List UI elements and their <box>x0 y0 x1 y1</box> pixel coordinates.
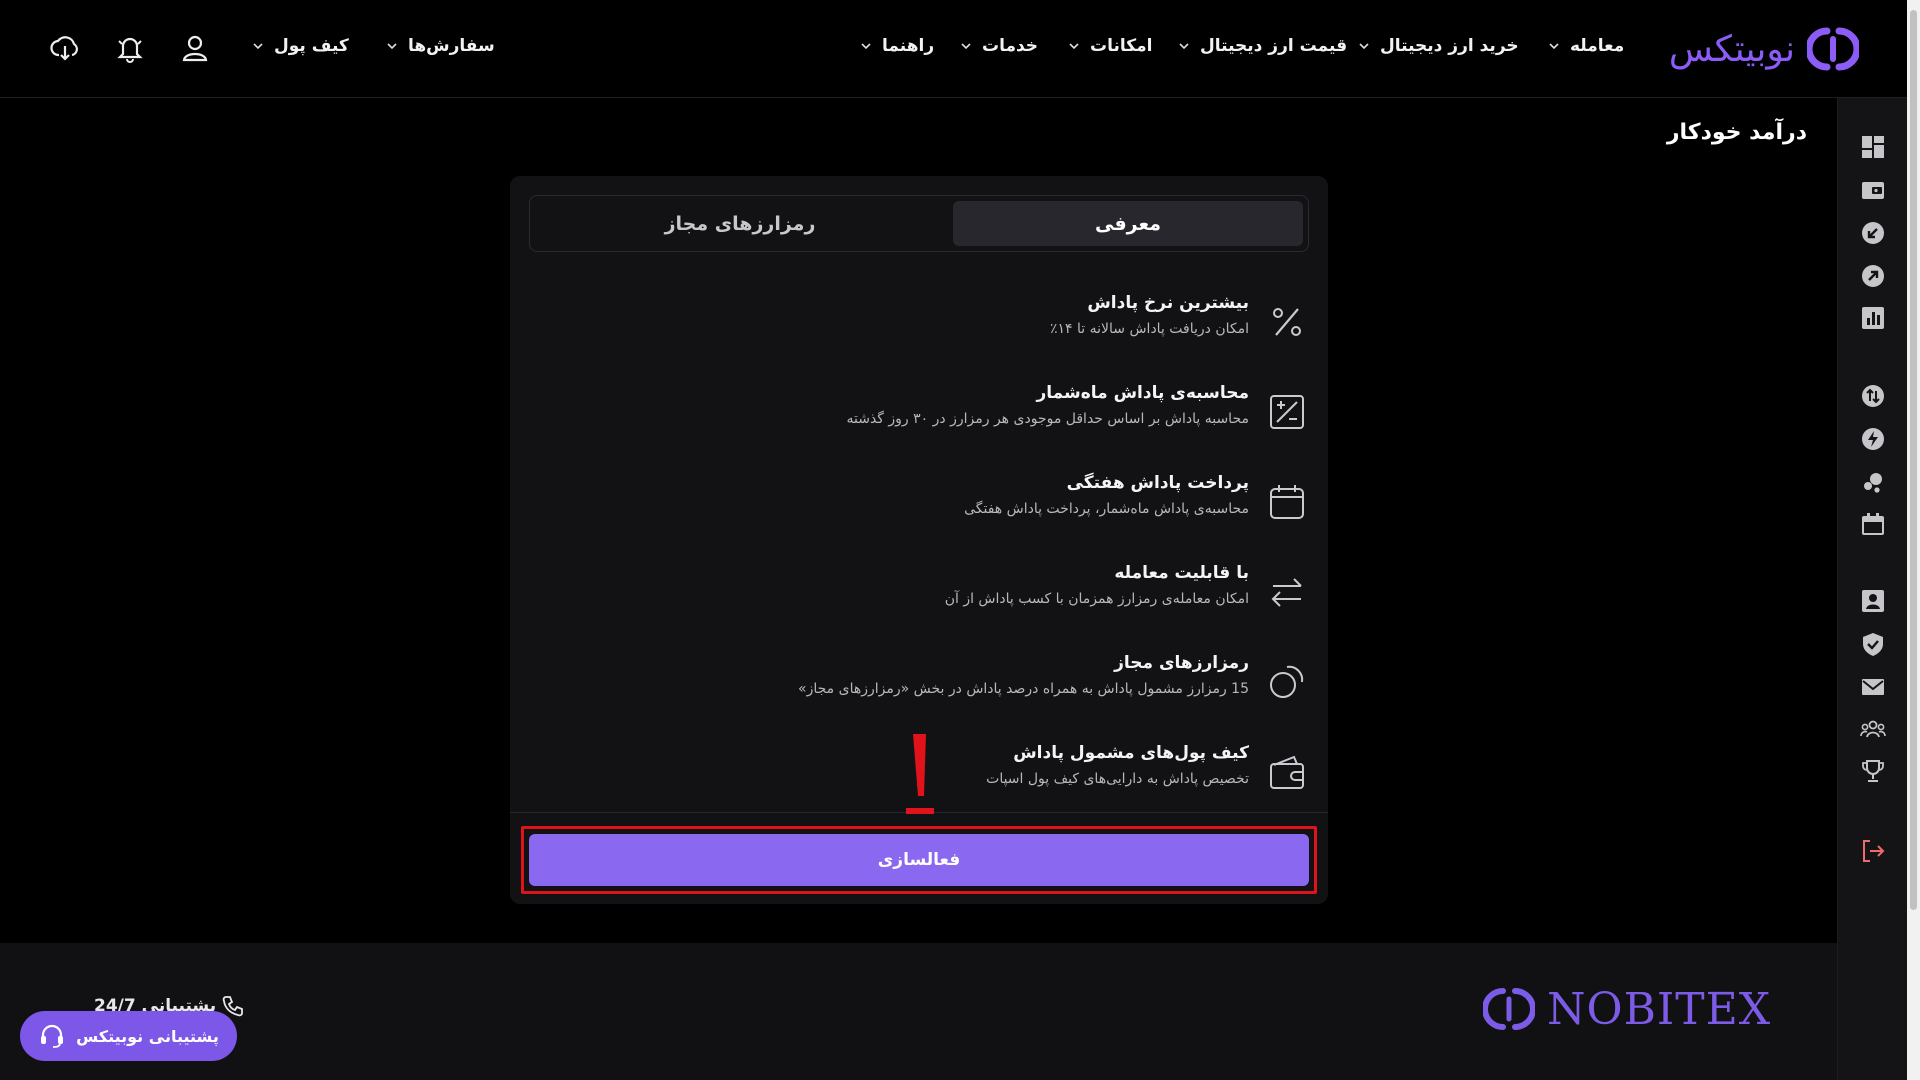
feature-item: بیشترین نرخ پاداش امکان دریافت پاداش سال… <box>606 293 1306 353</box>
logo-mark-icon <box>1807 27 1859 71</box>
top-navigation: نوبیتکس معامله خرید ارز دیجیتال قیمت ارز… <box>0 0 1907 98</box>
feature-description: محاسبه‌ی پاداش ماه‌شمار، پرداخت پاداش هف… <box>964 501 1249 517</box>
support-chat-label: پشتیبانی نوبیتکس <box>76 1026 219 1046</box>
side-rail <box>1837 98 1907 1080</box>
calculator-icon <box>1270 395 1304 429</box>
tab-allowed-coins[interactable]: رمزارزهای مجاز <box>535 201 945 246</box>
page-title: درآمد خودکار <box>1666 120 1807 145</box>
nav-services[interactable]: خدمات <box>960 36 1038 56</box>
support-chat-button[interactable]: پشتیبانی نوبیتکس <box>20 1011 237 1061</box>
feature-title: کیف پول‌های مشمول پاداش <box>1013 743 1249 763</box>
chart-icon[interactable] <box>1860 305 1886 331</box>
chevron-down-icon <box>253 43 263 50</box>
nav-guide[interactable]: راهنما <box>860 36 934 56</box>
nav-crypto-price[interactable]: قیمت ارز دیجیتال <box>1178 36 1347 56</box>
footer-logo-text: NOBITEX <box>1547 983 1772 1035</box>
nav-orders[interactable]: سفارش‌ها <box>386 36 495 56</box>
feature-title: بیشترین نرخ پاداش <box>1087 293 1249 313</box>
feature-title: پرداخت پاداش هفتگی <box>1066 473 1249 493</box>
nav-buy-crypto-label: خرید ارز دیجیتال <box>1380 36 1519 56</box>
percent-icon <box>1273 308 1301 336</box>
dashboard-icon[interactable] <box>1860 134 1886 160</box>
activate-button[interactable]: فعالسازی <box>529 834 1309 886</box>
user-icon[interactable] <box>180 33 210 63</box>
feature-title: محاسبه‌ی پاداش ماه‌شمار <box>1036 383 1249 403</box>
page-scrollbar[interactable] <box>1907 0 1920 1080</box>
chevron-down-icon <box>861 43 871 50</box>
swap-icon <box>1271 578 1302 607</box>
feature-item: پرداخت پاداش هفتگی محاسبه‌ی پاداش ماه‌شم… <box>606 473 1306 533</box>
feature-item: کیف پول‌های مشمول پاداش تخصیص پاداش به د… <box>606 743 1306 803</box>
wallet-icon <box>1270 755 1304 789</box>
logo-mark-icon <box>1483 988 1535 1030</box>
page: نوبیتکس معامله خرید ارز دیجیتال قیمت ارز… <box>0 0 1920 1080</box>
feature-title: با قابلیت معامله <box>1114 563 1249 583</box>
footer: NOBITEX پشتیبانی 24/7 <box>0 943 1837 1080</box>
feature-description: امکان دریافت پاداش سالانه تا ۱۴٪ <box>1049 321 1249 337</box>
nav-features-label: امکانات <box>1090 36 1153 56</box>
profile-icon[interactable] <box>1860 588 1886 614</box>
nav-trade-label: معامله <box>1570 36 1625 56</box>
logout-icon[interactable] <box>1860 838 1886 864</box>
header-logo[interactable]: نوبیتکس <box>1669 20 1859 78</box>
nav-trade[interactable]: معامله <box>1548 36 1624 56</box>
phone-icon <box>222 996 243 1017</box>
nav-wallet-label: کیف پول <box>274 36 349 56</box>
wallet-icon[interactable] <box>1860 177 1886 203</box>
calendar-icon[interactable] <box>1860 511 1886 537</box>
exclamation-annotation-icon <box>906 734 934 814</box>
chevron-down-icon <box>1359 43 1369 50</box>
withdraw-icon[interactable] <box>1860 263 1886 289</box>
feature-description: تخصیص پاداش به دارایی‌های کیف پول اسپات <box>986 771 1249 787</box>
nav-orders-label: سفارش‌ها <box>408 36 495 56</box>
feature-title: رمزارزهای مجاز <box>1114 653 1249 673</box>
security-icon[interactable] <box>1860 631 1886 657</box>
referral-icon[interactable] <box>1860 716 1886 742</box>
feature-description: 15 رمزارز مشمول پاداش به همراه درصد پادا… <box>798 681 1249 697</box>
feature-item: رمزارزهای مجاز 15 رمزارز مشمول پاداش به … <box>606 653 1306 713</box>
coins-icon <box>1270 665 1304 698</box>
nav-crypto-price-label: قیمت ارز دیجیتال <box>1200 36 1348 56</box>
mail-icon[interactable] <box>1860 674 1886 700</box>
scrollbar-thumb[interactable] <box>1910 10 1917 910</box>
footer-logo: NOBITEX <box>1483 983 1771 1035</box>
logo-text: نوبیتکس <box>1668 28 1795 70</box>
headset-icon <box>41 1024 64 1048</box>
feature-item: با قابلیت معامله امکان معامله‌ی رمزارز ه… <box>606 563 1306 623</box>
feature-item: محاسبه‌ی پاداش ماه‌شمار محاسبه پاداش بر … <box>606 383 1306 443</box>
lightning-icon[interactable] <box>1860 426 1886 452</box>
bell-icon[interactable] <box>115 33 145 63</box>
chevron-down-icon <box>387 43 397 50</box>
nav-guide-label: راهنما <box>882 36 935 56</box>
deposit-icon[interactable] <box>1860 220 1886 246</box>
tab-introduction[interactable]: معرفی <box>953 201 1303 246</box>
chevron-down-icon <box>961 43 971 50</box>
nav-features[interactable]: امکانات <box>1068 36 1152 56</box>
nav-services-label: خدمات <box>982 36 1039 56</box>
chevron-down-icon <box>1069 43 1079 50</box>
convert-icon[interactable] <box>1860 383 1886 409</box>
download-icon[interactable] <box>50 33 80 63</box>
staking-icon[interactable] <box>1860 469 1886 495</box>
chevron-down-icon <box>1549 43 1559 50</box>
tab-bar: معرفی رمزارزهای مجاز <box>529 195 1309 252</box>
feature-description: محاسبه پاداش بر اساس حداقل موجودی هر رمز… <box>846 411 1249 427</box>
nav-wallet[interactable]: کیف پول <box>252 36 349 56</box>
nav-buy-crypto[interactable]: خرید ارز دیجیتال <box>1358 36 1519 56</box>
trophy-icon[interactable] <box>1860 758 1886 784</box>
calendar-icon <box>1270 485 1304 519</box>
chevron-down-icon <box>1179 43 1189 50</box>
feature-description: امکان معامله‌ی رمزارز همزمان با کسب پادا… <box>944 591 1249 607</box>
